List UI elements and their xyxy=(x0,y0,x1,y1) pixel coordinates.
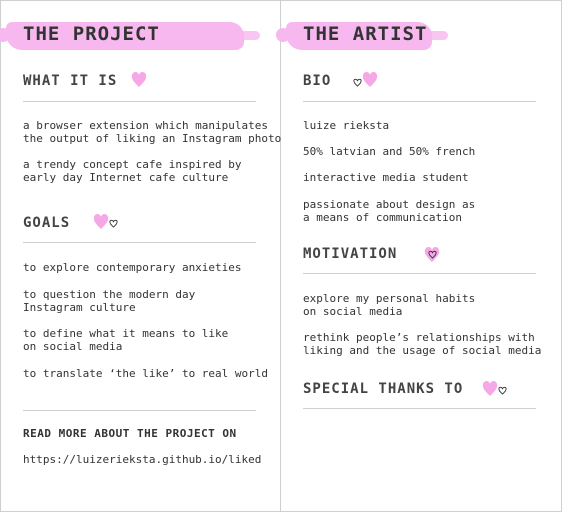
list-item: rethink people’s relationships with liki… xyxy=(303,331,542,357)
what-it-is-heading: WHAT IT IS xyxy=(23,73,118,89)
section-divider xyxy=(303,101,536,102)
pink-heart-icon xyxy=(93,214,109,229)
section-divider xyxy=(23,242,256,243)
goals-heading: GOALS xyxy=(23,215,71,231)
motivation-heading: MOTIVATION xyxy=(303,246,398,262)
section-divider xyxy=(303,408,536,409)
section-divider xyxy=(23,101,256,102)
section-divider xyxy=(303,273,536,274)
list-item: to translate ‘the like’ to real world xyxy=(23,367,269,380)
column-divider xyxy=(280,0,281,512)
list-item: luize rieksta xyxy=(303,119,390,132)
section-divider xyxy=(23,410,256,411)
pink-heart-icon xyxy=(131,72,147,87)
read-more-heading: READ MORE ABOUT THE PROJECT ON xyxy=(23,427,237,440)
project-link[interactable]: https://luizerieksta.github.io/liked xyxy=(23,453,261,466)
list-item: to explore contemporary anxieties xyxy=(23,261,242,274)
list-item: to define what it means to like on socia… xyxy=(23,327,229,353)
bio-heading: BIO xyxy=(303,73,332,89)
list-item: explore my personal habits on social med… xyxy=(303,292,476,318)
list-item: interactive media student xyxy=(303,171,469,184)
pink-heart-icon xyxy=(362,72,378,87)
small-outline-heart-icon xyxy=(498,386,507,395)
list-item: a browser extension which manipulates th… xyxy=(23,119,282,145)
artist-title: THE ARTIST xyxy=(303,23,428,45)
special-thanks-heading: SPECIAL THANKS TO xyxy=(303,381,464,397)
pink-heart-icon xyxy=(482,381,498,396)
small-outline-heart-icon xyxy=(109,219,118,228)
list-item: 50% latvian and 50% french xyxy=(303,145,476,158)
small-outline-heart-icon xyxy=(428,250,437,259)
list-item: passionate about design as a means of co… xyxy=(303,198,476,224)
list-item: to question the modern day Instagram cul… xyxy=(23,288,196,314)
small-outline-heart-icon xyxy=(353,78,362,87)
list-item: a trendy concept cafe inspired by early … xyxy=(23,158,242,184)
project-title: THE PROJECT xyxy=(23,23,160,45)
